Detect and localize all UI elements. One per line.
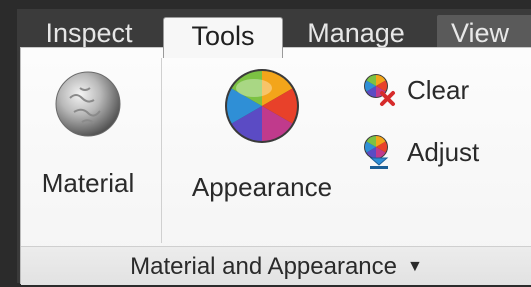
clear-label: Clear — [407, 74, 470, 105]
triangle-down-icon[interactable]: ▼ — [407, 247, 423, 287]
adjust-appearance-icon — [364, 135, 389, 169]
appearance-button[interactable]: Appearance — [177, 66, 347, 202]
material-appearance-panel: Material Appearance Clear Adjust Materia… — [20, 47, 531, 285]
material-label: Material — [41, 168, 135, 198]
adjust-button[interactable]: Adjust — [361, 134, 479, 170]
color-wheel-icon — [225, 69, 299, 143]
group-separator — [161, 58, 162, 243]
appearance-label: Appearance — [191, 172, 333, 202]
clear-appearance-icon — [364, 74, 395, 106]
panel-title: Material and Appearance — [130, 253, 397, 280]
material-icon — [55, 71, 121, 137]
panel-title-bar[interactable]: Material and Appearance ▼ — [21, 246, 531, 285]
tab-tools[interactable]: Tools — [163, 17, 283, 58]
adjust-label: Adjust — [407, 136, 480, 167]
clear-button[interactable]: Clear — [361, 72, 469, 108]
material-button[interactable]: Material — [29, 68, 147, 198]
ribbon-tab-bar: Inspect Tools Manage View — [17, 9, 531, 58]
